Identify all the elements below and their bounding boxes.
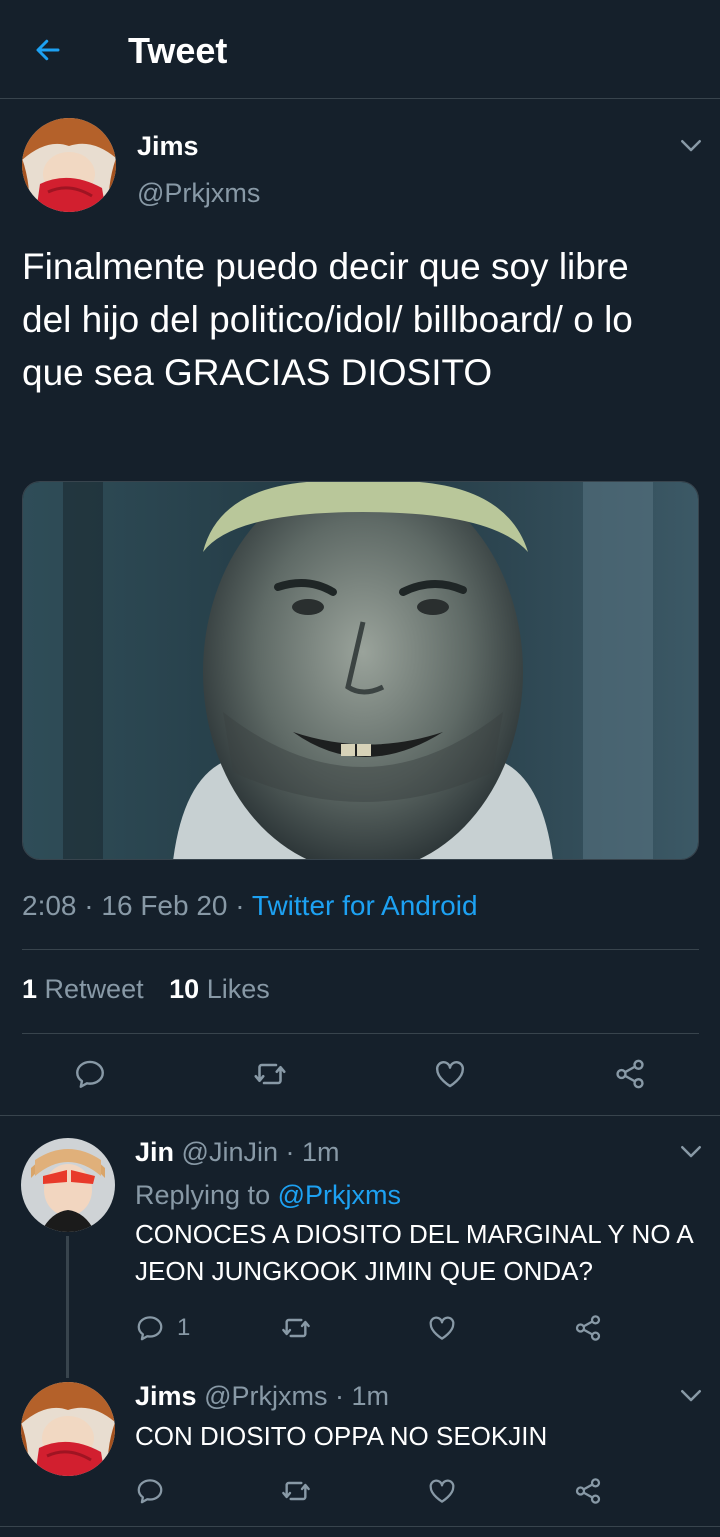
like-icon bbox=[429, 1479, 455, 1503]
replying-to-mention[interactable]: @Prkjxms bbox=[278, 1180, 401, 1210]
like-icon bbox=[429, 1316, 455, 1340]
tweet-time: 2:08 bbox=[22, 890, 77, 921]
likes-stat[interactable]: 10 Likes bbox=[169, 974, 270, 1004]
reply-share-button[interactable] bbox=[573, 1310, 603, 1346]
reply-icon bbox=[76, 1060, 104, 1088]
reply-count: 1 bbox=[177, 1314, 191, 1341]
reply-author-handle[interactable]: @Prkjxms bbox=[204, 1381, 327, 1411]
reply-text: CON DIOSITO OPPA NO SEOKJIN bbox=[135, 1421, 548, 1451]
reply-retweet-button[interactable] bbox=[280, 1310, 312, 1346]
tweet-media-image[interactable] bbox=[22, 481, 699, 860]
reply-reply-button[interactable]: 1 bbox=[135, 1310, 190, 1346]
chevron-down-icon bbox=[681, 1146, 701, 1158]
back-button[interactable] bbox=[24, 28, 72, 72]
likes-count: 10 bbox=[169, 974, 200, 1004]
tweet-text: Finalmente puedo decir que soy libre del… bbox=[22, 246, 633, 393]
reply-icon bbox=[137, 1479, 163, 1504]
page-title: Tweet bbox=[128, 30, 228, 71]
reply-header: Jims @Prkjxms · 1m bbox=[135, 1381, 389, 1412]
reply-time: 1m bbox=[351, 1381, 390, 1411]
retweet-icon bbox=[254, 1063, 286, 1085]
reply-author-handle[interactable]: @JinJin bbox=[182, 1137, 278, 1167]
retweet-button[interactable] bbox=[248, 1052, 292, 1096]
reply-reply-button[interactable] bbox=[135, 1473, 165, 1509]
section-separator bbox=[0, 1115, 720, 1116]
tweet-source-link[interactable]: Twitter for Android bbox=[252, 890, 478, 921]
reply-text: CONOCES A DIOSITO DEL MARGINAL Y NO A JE… bbox=[135, 1219, 693, 1286]
reply-like-button[interactable] bbox=[427, 1473, 457, 1509]
share-button[interactable] bbox=[608, 1052, 652, 1096]
meta-separator: · bbox=[235, 890, 245, 921]
tweet-menu-button[interactable] bbox=[676, 130, 706, 160]
reply-button[interactable] bbox=[68, 1052, 112, 1096]
tweet-stats: 1 Retweet 10 Likes bbox=[22, 974, 270, 1005]
tweet-meta: 2:08 · 16 Feb 20 · Twitter for Android bbox=[22, 890, 478, 922]
replying-prefix: Replying to bbox=[135, 1180, 271, 1210]
reply-menu-button[interactable] bbox=[676, 1380, 706, 1410]
retweets-count: 1 bbox=[22, 974, 38, 1004]
reply-separator: · bbox=[334, 1381, 344, 1411]
thread-line bbox=[66, 1236, 69, 1378]
author-name[interactable]: Jims bbox=[137, 131, 199, 162]
chevron-down-icon bbox=[681, 140, 701, 152]
reply-share-button[interactable] bbox=[573, 1473, 603, 1509]
chevron-down-icon bbox=[681, 1390, 701, 1402]
replying-to: Replying to @Prkjxms bbox=[135, 1180, 401, 1211]
reply-icon bbox=[137, 1316, 163, 1341]
like-button[interactable] bbox=[428, 1052, 472, 1096]
top-bar: Tweet bbox=[0, 0, 720, 99]
reply-time: 1m bbox=[302, 1137, 340, 1167]
retweets-stat[interactable]: 1 Retweet bbox=[22, 974, 144, 1004]
retweets-label: Retweet bbox=[44, 974, 144, 1004]
reply-header: Jin @JinJin · 1m bbox=[135, 1137, 340, 1168]
reply-avatar[interactable] bbox=[21, 1138, 115, 1232]
like-icon bbox=[436, 1061, 464, 1088]
reply-author-name[interactable]: Jims bbox=[135, 1381, 197, 1411]
share-icon bbox=[575, 1315, 601, 1341]
reply-author-name[interactable]: Jin bbox=[135, 1137, 174, 1167]
share-icon bbox=[616, 1059, 644, 1089]
reply-like-button[interactable] bbox=[427, 1310, 457, 1346]
section-separator bbox=[0, 1526, 720, 1527]
likes-label: Likes bbox=[206, 974, 270, 1004]
author-handle[interactable]: @Prkjxms bbox=[137, 178, 260, 209]
reply-retweet-button[interactable] bbox=[280, 1473, 312, 1509]
reply-avatar[interactable] bbox=[21, 1382, 115, 1476]
tweet-date: 16 Feb 20 bbox=[101, 890, 228, 921]
share-icon bbox=[575, 1478, 601, 1504]
author-avatar[interactable] bbox=[22, 118, 116, 212]
retweet-icon bbox=[282, 1318, 310, 1338]
divider bbox=[22, 949, 699, 950]
reply-menu-button[interactable] bbox=[676, 1136, 706, 1166]
reply-separator: · bbox=[285, 1137, 295, 1167]
meta-separator: · bbox=[84, 890, 94, 921]
back-arrow-icon bbox=[36, 39, 60, 61]
retweet-icon bbox=[282, 1481, 310, 1501]
divider bbox=[22, 1033, 699, 1034]
